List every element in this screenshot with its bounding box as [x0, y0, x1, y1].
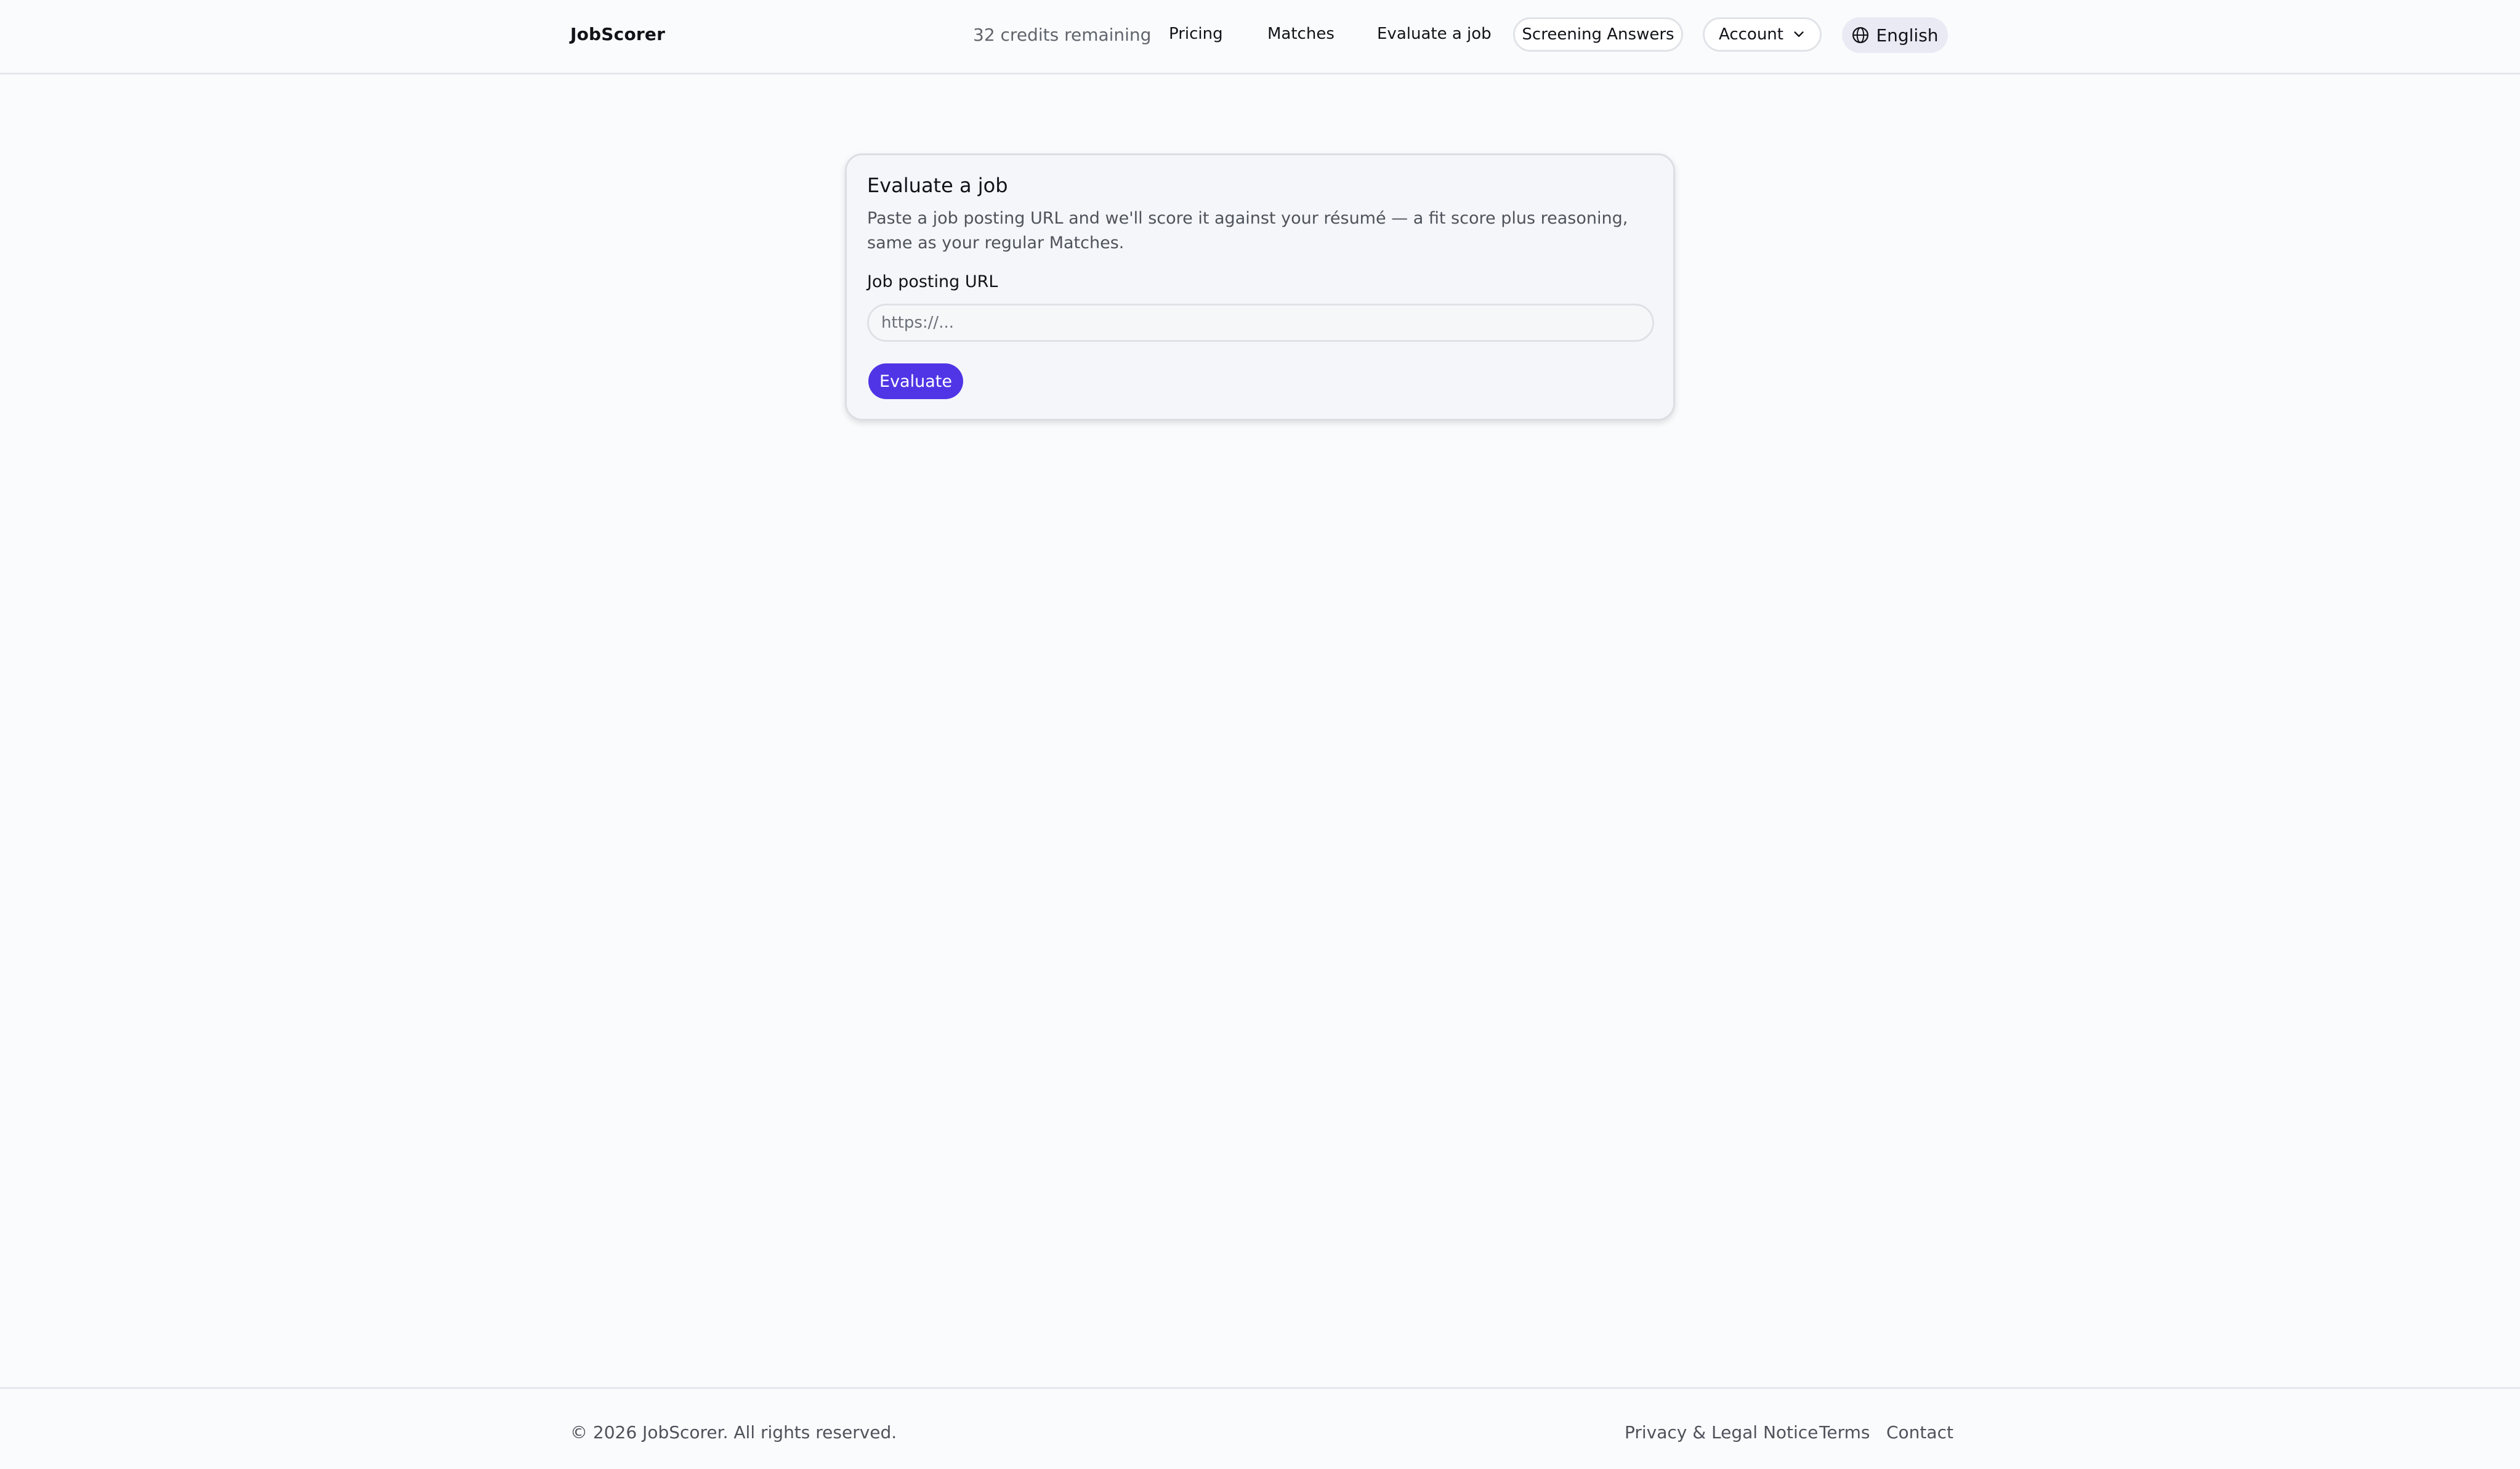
footer-link-terms[interactable]: Terms [1819, 1422, 1870, 1443]
evaluate-job-card: Evaluate a job Paste a job posting URL a… [845, 153, 1675, 421]
job-url-label: Job posting URL [867, 272, 998, 291]
language-label: English [1876, 25, 1939, 46]
nav-evaluate-job[interactable]: Evaluate a job [1377, 25, 1492, 43]
footer-link-contact[interactable]: Contact [1886, 1422, 1953, 1443]
nav-screening-answers-label: Screening Answers [1522, 25, 1674, 44]
credits-remaining: 32 credits remaining [973, 25, 1152, 45]
footer-link-privacy[interactable]: Privacy & Legal Notice [1625, 1422, 1818, 1443]
nav-pricing[interactable]: Pricing [1169, 25, 1223, 43]
account-menu-button[interactable]: Account [1703, 17, 1822, 52]
card-description: Paste a job posting URL and we'll score … [867, 209, 1628, 253]
language-selector[interactable]: English [1842, 17, 1948, 53]
chevron-down-icon [1794, 31, 1804, 37]
copyright-text: © 2026 JobScorer. All rights reserved. [570, 1422, 897, 1443]
nav-screening-answers[interactable]: Screening Answers [1513, 17, 1683, 52]
job-url-input[interactable] [867, 304, 1654, 342]
globe-icon [1852, 27, 1869, 43]
evaluate-button[interactable]: Evaluate [868, 363, 963, 399]
page-footer: © 2026 JobScorer. All rights reserved. P… [0, 1387, 2520, 1469]
brand-logo[interactable]: JobScorer [570, 24, 665, 44]
account-menu-label: Account [1719, 25, 1783, 44]
nav-matches[interactable]: Matches [1267, 25, 1335, 43]
top-nav-bar: JobScorer 32 credits remaining Pricing M… [0, 0, 2520, 75]
card-title: Evaluate a job [867, 174, 1008, 197]
